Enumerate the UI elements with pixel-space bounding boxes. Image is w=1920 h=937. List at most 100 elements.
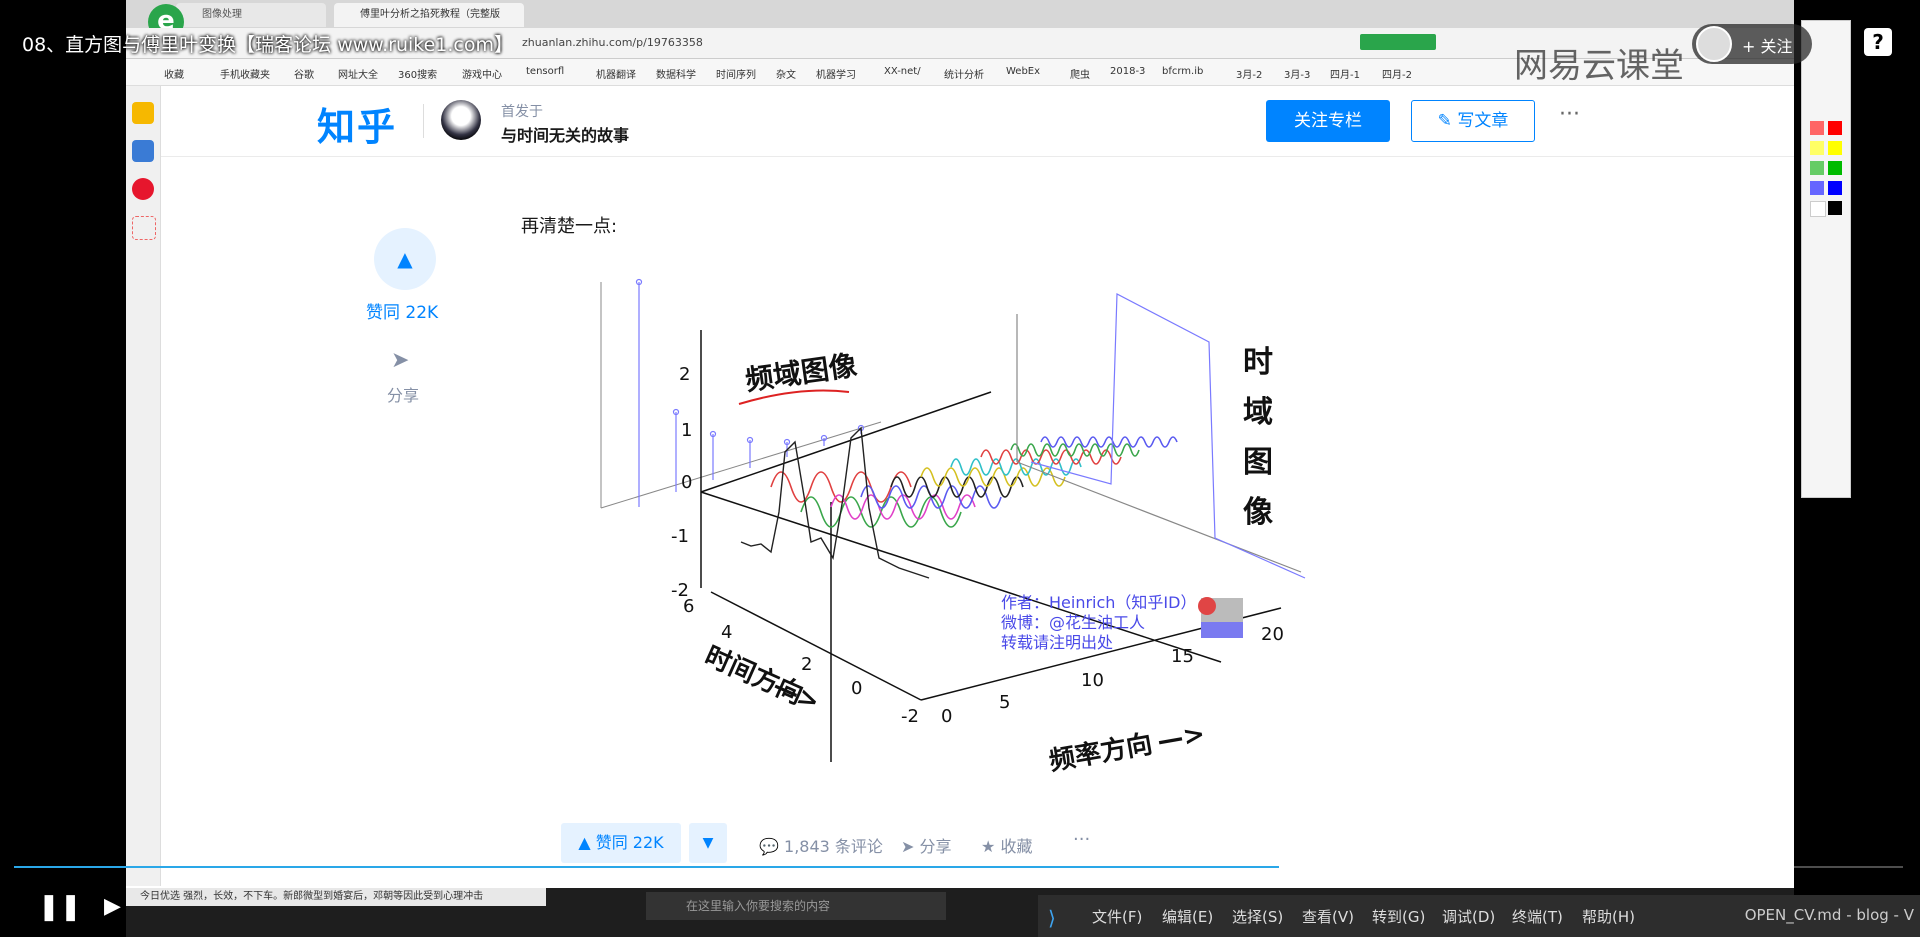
color-swatch[interactable] xyxy=(1828,161,1842,175)
bookmark-item[interactable]: 爬虫 xyxy=(1070,66,1090,81)
bookmark-item[interactable]: 2018-3 xyxy=(1110,66,1145,77)
upvote-bottom-button[interactable]: ▲ 赞同 22K xyxy=(561,823,681,863)
mail-icon[interactable] xyxy=(132,216,156,240)
help-button[interactable]: ? xyxy=(1864,28,1892,56)
zhihu-article-page: 知乎 首发于 与时间无关的故事 关注专栏 ✎ 写文章 ··· ▲ 赞同 22K … xyxy=(161,86,1794,886)
bookmark-item[interactable]: WebEx xyxy=(1006,66,1040,77)
color-swatch[interactable] xyxy=(1810,141,1824,155)
bookmark-item[interactable]: 机器学习 xyxy=(816,66,856,81)
share-bottom-icon: ➤ xyxy=(901,837,920,856)
bookmark-item[interactable]: XX-net/ xyxy=(884,66,921,77)
bookmark-item[interactable]: 四月-1 xyxy=(1330,66,1360,81)
fourier-3d-figure: 频域图像 时 域 图 像 2 1 0 -1 -2 6 4 2 0 -2 0 5 … xyxy=(561,262,1621,802)
bookmark-item[interactable]: 360搜索 xyxy=(398,66,437,81)
star-icon: ★ xyxy=(981,837,1001,856)
vscode-menu-item[interactable]: 终端(T) xyxy=(1512,906,1563,927)
vscode-menu-item[interactable]: 文件(F) xyxy=(1092,906,1142,927)
comments-link[interactable]: 💬 1,843 条评论 xyxy=(759,833,883,857)
annotation-toolbar xyxy=(1801,20,1851,498)
browser-tab[interactable]: 图像处理 xyxy=(176,3,326,27)
video-progress-remaining[interactable] xyxy=(1279,866,1903,868)
collect-button[interactable]: ★ 收藏 xyxy=(981,833,1032,857)
vscode-menu-item[interactable]: 查看(V) xyxy=(1302,906,1354,927)
bookmark-item[interactable]: 收藏 xyxy=(164,66,184,81)
time-tick: -2 xyxy=(901,706,919,727)
z-tick: 2 xyxy=(679,364,690,385)
freq-domain-label: 频域图像 xyxy=(743,349,859,397)
color-swatch[interactable] xyxy=(1828,181,1842,195)
summed-signal xyxy=(740,426,930,579)
bookmark-item[interactable]: 统计分析 xyxy=(944,66,984,81)
taskbar-search-input[interactable]: 在这里输入你要搜索的内容 xyxy=(646,892,946,920)
credit-note: 转载请注明出处 xyxy=(1001,633,1113,652)
browser-tab-active[interactable]: 傅里叶分析之掐死教程（完整版 xyxy=(334,3,524,27)
freq-tick: 5 xyxy=(999,692,1010,713)
sine-components xyxy=(770,436,1178,528)
pause-icon[interactable]: ❚❚ xyxy=(38,892,82,922)
vscode-menu-item[interactable]: 帮助(H) xyxy=(1582,906,1635,927)
browser-sidebar xyxy=(126,86,161,886)
bookmark-item[interactable]: 数据科学 xyxy=(656,66,696,81)
column-name[interactable]: 与时间无关的故事 xyxy=(501,122,629,146)
video-progress-played[interactable] xyxy=(14,866,1279,868)
speed-badge[interactable] xyxy=(1360,34,1436,50)
time-tick: 2 xyxy=(801,654,812,675)
bookmark-item[interactable]: 游戏中心 xyxy=(462,66,502,81)
color-swatch[interactable] xyxy=(1828,141,1842,155)
vscode-menu-item[interactable]: 调试(D) xyxy=(1442,906,1495,927)
weibo-icon[interactable] xyxy=(132,178,154,200)
z-tick: 1 xyxy=(681,420,692,441)
bookmark-item[interactable]: 网址大全 xyxy=(338,66,378,81)
bookmark-item[interactable]: 3月-2 xyxy=(1236,66,1262,81)
vscode-menubar: ⟩ 文件(F) 编辑(E) 选择(S) 查看(V) 转到(G) 调试(D) 终端… xyxy=(1038,895,1920,937)
bookmark-item[interactable]: 3月-3 xyxy=(1284,66,1310,81)
share-bottom-label: 分享 xyxy=(919,837,952,856)
comment-icon: 💬 xyxy=(759,837,785,856)
more-menu-icon[interactable]: ··· xyxy=(1559,102,1580,127)
more-actions-icon[interactable]: ··· xyxy=(1073,829,1090,850)
freq-tick: 10 xyxy=(1081,670,1104,691)
share-bottom-button[interactable]: ➤ 分享 xyxy=(901,833,952,857)
column-avatar[interactable] xyxy=(441,100,481,140)
share-icon[interactable]: ➤ xyxy=(391,348,409,373)
article-paragraph: 再清楚一点: xyxy=(521,216,618,237)
bookmark-item[interactable]: 时间序列 xyxy=(716,66,756,81)
bookmark-item[interactable]: 机器翻译 xyxy=(596,66,636,81)
news-icon[interactable] xyxy=(132,140,154,162)
star-icon[interactable] xyxy=(132,102,154,124)
follow-column-button[interactable]: 关注专栏 xyxy=(1266,100,1390,142)
time-tick: 6 xyxy=(683,596,694,617)
vscode-menu-item[interactable]: 编辑(E) xyxy=(1162,906,1213,927)
color-swatch[interactable] xyxy=(1828,201,1842,215)
upvote-count: 赞同 22K xyxy=(366,303,439,323)
browser-tab-bar: 图像处理 傅里叶分析之掐死教程（完整版 e xyxy=(126,0,1794,40)
uploader-avatar xyxy=(1696,26,1732,62)
comments-label: 1,843 条评论 xyxy=(784,837,883,856)
share-label[interactable]: 分享 xyxy=(387,382,419,406)
next-icon[interactable]: ▶ xyxy=(104,894,121,919)
downvote-button[interactable]: ▼ xyxy=(689,823,727,863)
bookmark-item[interactable]: bfcrm.ib xyxy=(1162,66,1203,77)
upvote-button[interactable]: ▲ xyxy=(374,228,436,290)
color-swatch[interactable] xyxy=(1810,121,1824,135)
edit-icon: ✎ xyxy=(1437,111,1458,131)
time-domain-char-1: 时 xyxy=(1243,345,1273,380)
bookmark-item[interactable]: tensorfl xyxy=(526,66,564,77)
color-swatch[interactable] xyxy=(1810,181,1824,195)
vscode-menu-item[interactable]: 选择(S) xyxy=(1232,906,1283,927)
bookmark-item[interactable]: 四月-2 xyxy=(1382,66,1412,81)
bookmark-item[interactable]: 手机收藏夹 xyxy=(220,66,270,81)
taskbar-news-ticker[interactable]: 今日优选 强烈，长效，不下车。新郎微型到婚宴后，邓朝等因此受到心理冲击 xyxy=(126,888,546,906)
vscode-menu-item[interactable]: 转到(G) xyxy=(1372,906,1425,927)
bookmark-item[interactable]: 谷歌 xyxy=(294,66,314,81)
color-swatch[interactable] xyxy=(1828,121,1842,135)
url-text: zhuanlan.zhihu.com/p/19763358 xyxy=(522,36,703,49)
bookmark-item[interactable]: 杂文 xyxy=(776,66,796,81)
color-swatch[interactable] xyxy=(1810,201,1826,217)
credit-weibo: 微博：@花生油工人 xyxy=(1001,613,1145,632)
color-swatch[interactable] xyxy=(1810,161,1824,175)
write-article-button[interactable]: ✎ 写文章 xyxy=(1411,100,1535,142)
follow-uploader-button[interactable]: + 关注 xyxy=(1692,24,1812,64)
time-domain-char-3: 图 xyxy=(1243,445,1273,480)
zhihu-logo[interactable]: 知乎 xyxy=(317,96,397,151)
